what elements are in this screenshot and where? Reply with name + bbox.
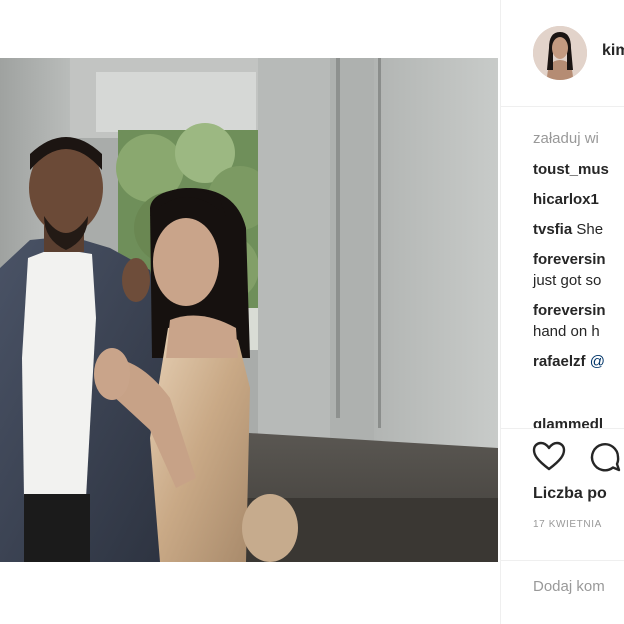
comment-username[interactable]: foreversin (533, 302, 606, 319)
post-photo-image (0, 58, 498, 562)
heart-icon[interactable] (531, 439, 567, 475)
comment-username[interactable]: foreversin (533, 251, 606, 268)
post-date[interactable]: 17 KWIETNIA (533, 519, 602, 530)
author-avatar[interactable] (533, 26, 587, 80)
comment-text-continued: hand on h (533, 323, 600, 340)
comment-item: toust_mus (533, 159, 624, 180)
comment-username[interactable]: glammedl (533, 416, 603, 428)
post-photo[interactable] (0, 58, 498, 562)
comment-text: She (572, 221, 604, 238)
comment-item: foreversin just got so (533, 249, 624, 291)
comments-list: załaduj wi toust_mus hicarlox1 tvsfia Sh… (533, 128, 624, 372)
comment-item: foreversin hand on h (533, 300, 624, 342)
avatar-image (533, 26, 587, 80)
comment-bubble-icon[interactable] (587, 439, 623, 475)
add-comment-bar (501, 560, 624, 624)
comment-text-continued: just got so (533, 272, 602, 289)
load-more-comments-link[interactable]: załaduj wi (533, 128, 624, 150)
comment-username[interactable]: rafaelzf (533, 353, 586, 370)
post-actions: Liczba po 17 KWIETNIA (501, 428, 624, 559)
author-username[interactable]: kim (602, 42, 624, 60)
comment-item: rafaelzf @ (533, 351, 624, 372)
comment-username[interactable]: hicarlox1 (533, 191, 599, 208)
post-side-panel: kim załaduj wi toust_mus hicarlox1 tvsfi… (501, 0, 624, 624)
likes-count[interactable]: Liczba po (533, 485, 607, 503)
comment-item: hicarlox1 (533, 189, 624, 210)
comment-username[interactable]: toust_mus (533, 161, 609, 178)
comment-mention[interactable]: @ (586, 353, 605, 370)
partial-comment: glammedl (533, 406, 624, 428)
comment-username[interactable]: tvsfia (533, 221, 572, 238)
comment-item: tvsfia She (533, 219, 624, 240)
post-header: kim (501, 0, 624, 107)
add-comment-input[interactable] (533, 573, 624, 599)
